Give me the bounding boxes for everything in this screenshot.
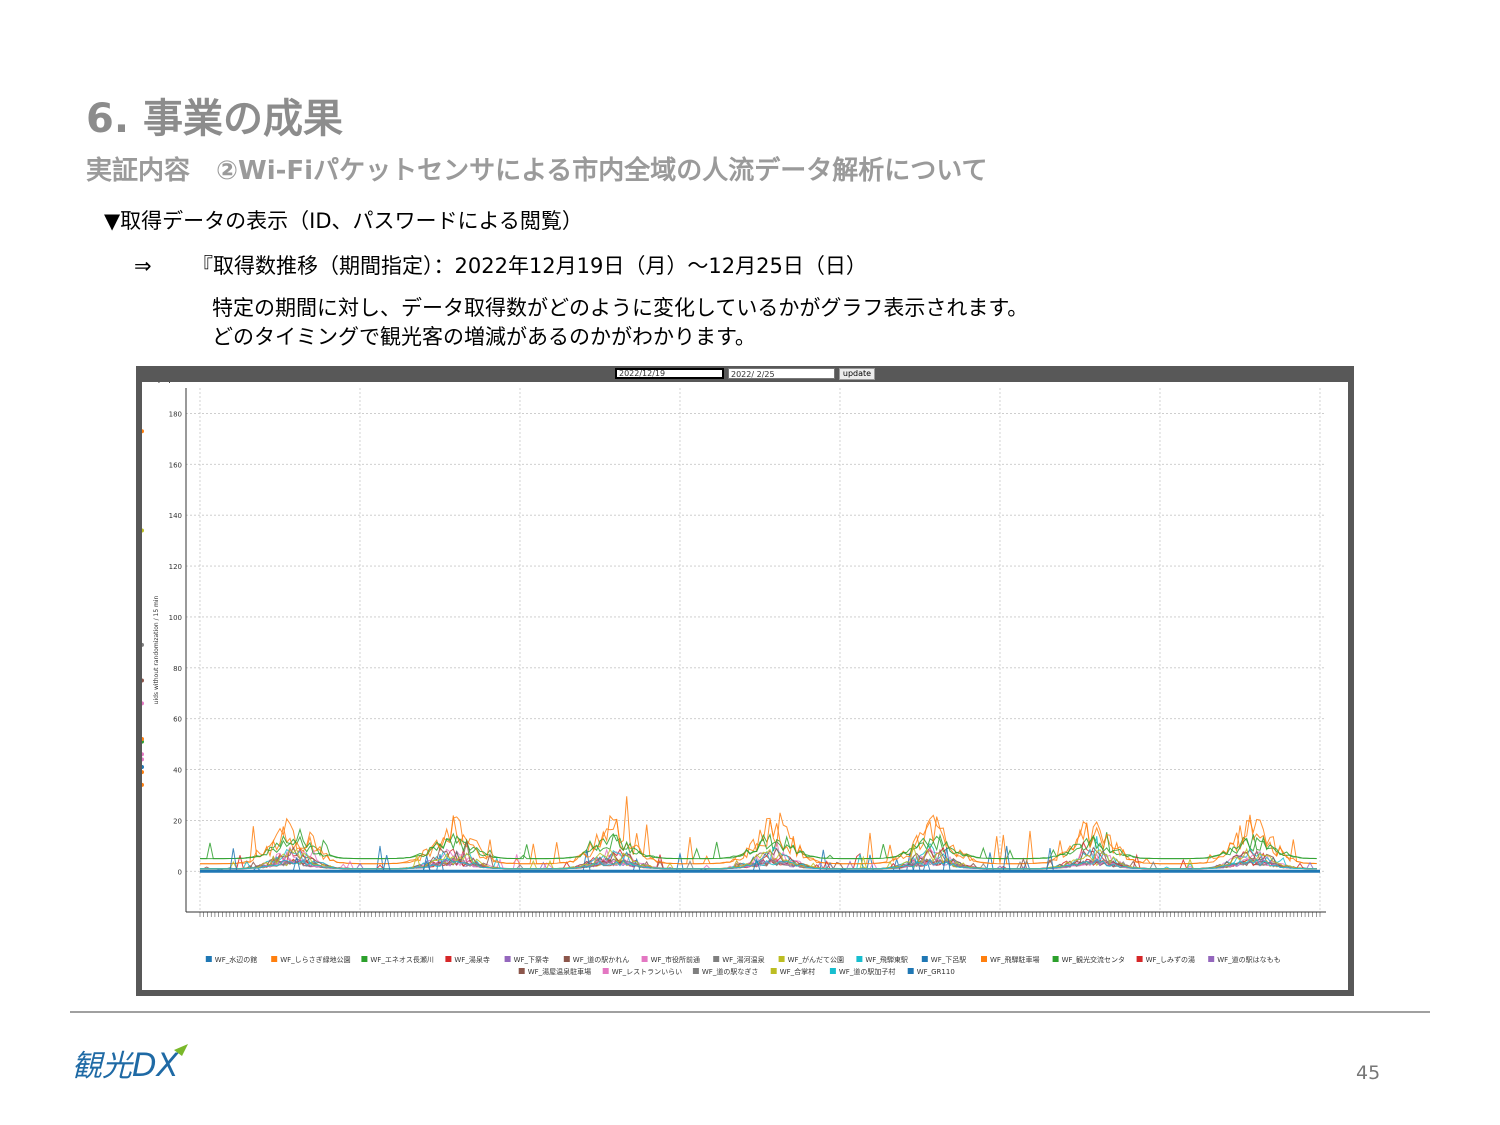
end-date-input[interactable]: 2022/ 2/25 xyxy=(728,368,835,379)
peak-point xyxy=(140,701,144,706)
y-tick-label: 60 xyxy=(173,716,182,724)
y-axis-label: uids without randomization / 15 min xyxy=(153,595,160,704)
logo: 観光 DX xyxy=(70,1042,200,1088)
legend-label: WF_道の駅加子村 xyxy=(839,967,895,976)
update-button[interactable]: update xyxy=(839,368,875,380)
legend-swatch xyxy=(907,968,914,974)
legend-swatch xyxy=(921,956,928,962)
legend-swatch xyxy=(1208,956,1215,962)
legend-swatch xyxy=(713,956,720,962)
peak-point xyxy=(140,770,144,775)
legend-label: WF_しらさぎ緑地公園 xyxy=(280,955,350,964)
legend-swatch xyxy=(692,968,699,974)
legend-label: WF_飛騨駐車場 xyxy=(990,955,1039,964)
page-number: 45 xyxy=(1356,1062,1381,1084)
legend-label: WF_GR110 xyxy=(917,968,955,976)
legend-label: WF_レストランいらい xyxy=(612,968,682,976)
svg-text:DX: DX xyxy=(132,1046,180,1084)
peak-point xyxy=(140,678,144,683)
legend-label: WF_湯屋温泉駐車場 xyxy=(528,967,591,976)
description: 特定の期間に対し、データ取得数がどのように変化しているかがグラフ表示されます。 … xyxy=(212,294,1028,352)
legend-label: WF_がんだて公園 xyxy=(788,955,844,964)
legend-label: WF_合掌村 xyxy=(780,967,815,976)
series-line xyxy=(200,796,1317,865)
legend-swatch xyxy=(641,956,648,962)
legend-label: WF_市役所前通 xyxy=(651,955,700,964)
period-text: 『取得数推移（期間指定）：2022年12月19日（月）～12月25日（日） xyxy=(192,254,867,278)
y-tick-label: 80 xyxy=(173,665,182,673)
date-filter-bar: 2022/12/19 2022/ 2/25 update xyxy=(136,366,1354,382)
legend-label: WF_観光交流センタ xyxy=(1062,955,1125,964)
legend-label: WF_道の駅はなもも xyxy=(1217,955,1280,964)
legend-label: WF_水辺の館 xyxy=(215,955,257,964)
y-tick-label: 0 xyxy=(178,868,182,876)
peak-point xyxy=(140,752,144,757)
legend-swatch xyxy=(602,968,609,974)
legend-swatch xyxy=(778,956,785,962)
app-screenshot: 2022/12/19 2022/ 2/25 update 0 20 40 60 80 10… xyxy=(136,366,1354,996)
y-tick-label: 140 xyxy=(169,512,182,520)
legend-swatch xyxy=(563,956,570,962)
peak-point xyxy=(140,642,144,647)
line-chart: 0 20 40 60 80 100 120 140 160 180 uids without ran… xyxy=(140,376,1326,976)
legend-swatch xyxy=(361,956,368,962)
y-tick-label: 40 xyxy=(173,767,182,775)
legend-swatch xyxy=(770,968,777,974)
legend-swatch xyxy=(981,956,987,962)
legend-swatch xyxy=(504,956,511,962)
legend-swatch xyxy=(271,956,278,962)
y-tick-label: 180 xyxy=(169,410,182,418)
y-tick-label: 100 xyxy=(169,614,182,622)
peak-point xyxy=(140,429,144,434)
section-heading: ▼取得データの表示（ID、パスワードによる閲覧） xyxy=(104,209,583,233)
legend-label: WF_下祭寺 xyxy=(514,955,549,964)
legend-label: WF_湯河温泉 xyxy=(722,955,764,964)
legend-swatch xyxy=(205,956,212,962)
svg-text:観光: 観光 xyxy=(72,1049,134,1084)
page-subtitle: 実証内容 ②Wi-Fiパケットセンサによる市内全域の人流データ解析について xyxy=(86,156,988,186)
page-title: 6. 事業の成果 xyxy=(86,96,343,142)
legend-label: WF_湯泉寺 xyxy=(454,955,489,964)
legend-swatch xyxy=(1052,956,1059,962)
legend-swatch xyxy=(445,956,452,962)
y-tick-label: 120 xyxy=(169,563,182,571)
right-arrow-icon: ⇒ xyxy=(134,254,152,278)
peak-point xyxy=(140,737,144,742)
description-line-1: 特定の期間に対し、データ取得数がどのように変化しているかがグラフ表示されます。 xyxy=(212,296,1029,320)
period-line: ⇒ 『取得数推移（期間指定）：2022年12月19日（月）～12月25日（日） xyxy=(134,250,867,280)
y-tick-label: 20 xyxy=(173,817,182,825)
legend-swatch xyxy=(1136,956,1143,962)
legend-label: WF_しみずの湯 xyxy=(1146,955,1195,964)
footer-divider xyxy=(70,1011,1430,1013)
legend-label: WF_飛騨東駅 xyxy=(865,955,907,964)
legend-swatch xyxy=(518,968,525,974)
peak-point xyxy=(140,782,144,787)
y-tick-label: 160 xyxy=(169,461,182,469)
chart-panel: 0 20 40 60 80 100 120 140 160 180 uids without ran… xyxy=(140,376,1348,990)
legend-label: WF_エネオス長瀬川 xyxy=(370,955,433,964)
kanko-dx-logo-icon: 観光 DX xyxy=(72,1044,188,1084)
legend-label: WF_道の駅なぎさ xyxy=(702,967,758,976)
start-date-input[interactable]: 2022/12/19 xyxy=(615,368,724,379)
legend-swatch xyxy=(856,956,863,962)
peak-point xyxy=(140,765,144,770)
description-line-2: どのタイミングで観光客の増減があるのかがわかります。 xyxy=(212,325,756,349)
legend-label: WF_下呂駅 xyxy=(931,956,966,964)
legend-label: WF_道の駅かれん xyxy=(573,955,629,964)
x-tick-label: 2022/12/25 09:00 xyxy=(142,382,200,384)
legend-swatch xyxy=(829,968,836,974)
peak-point xyxy=(140,528,144,533)
peak-point xyxy=(140,757,144,762)
